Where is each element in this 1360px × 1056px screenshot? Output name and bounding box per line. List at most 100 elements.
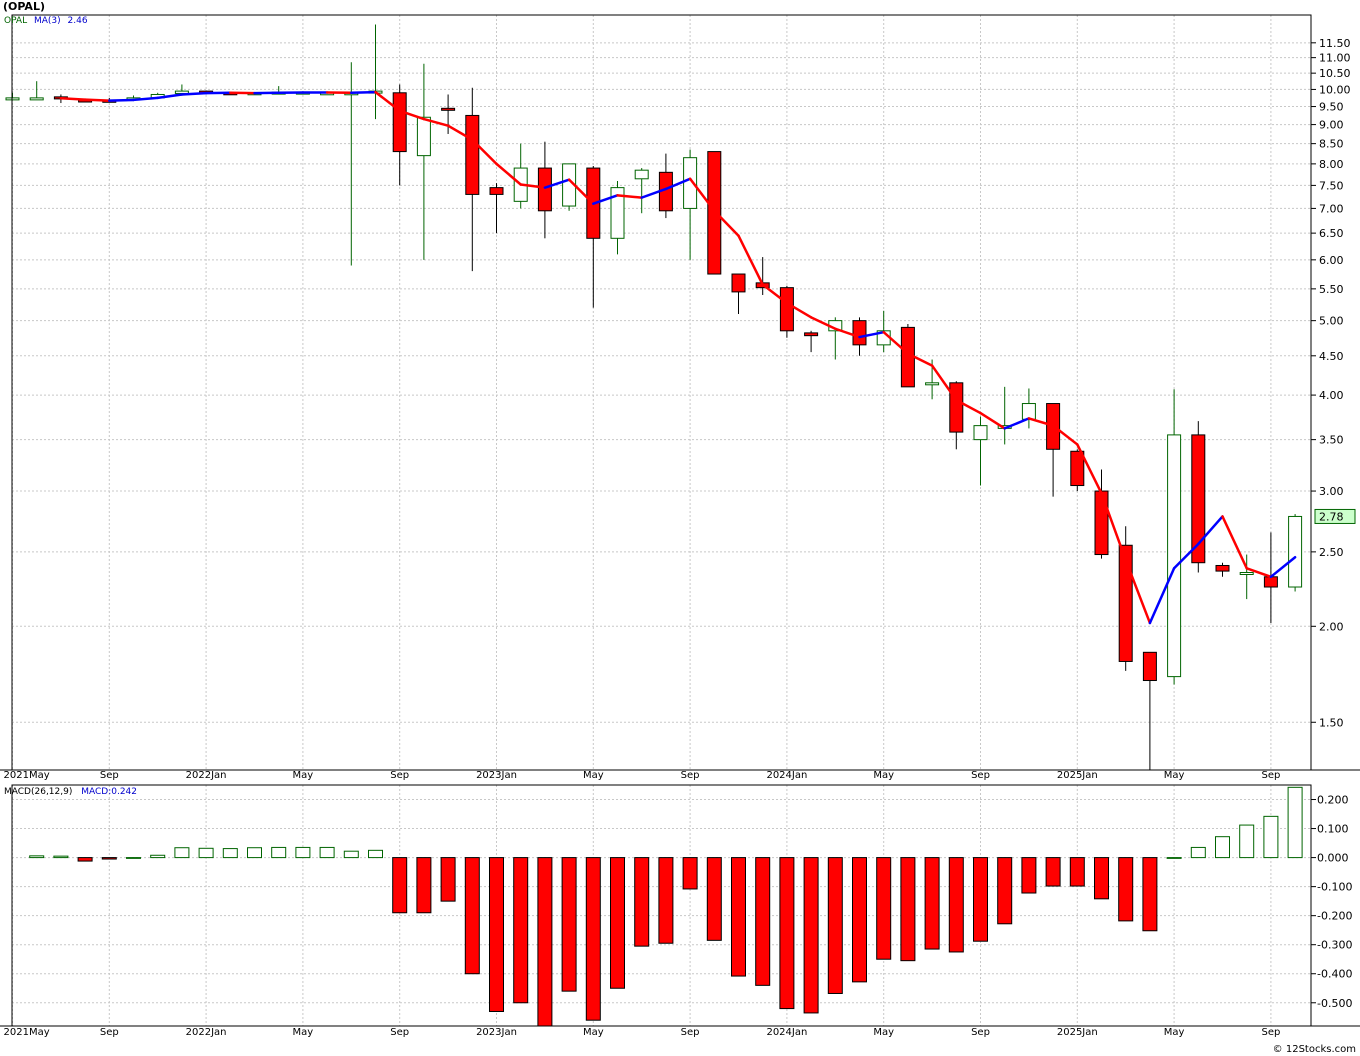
credit-text: © 12Stocks.com	[1272, 1044, 1356, 1055]
candle-down	[1215, 562, 1230, 577]
candle-down	[392, 84, 407, 186]
price-grid	[12, 15, 1311, 770]
macd-bar	[537, 857, 553, 1027]
macd-bar	[392, 857, 408, 914]
macd-bar	[513, 857, 529, 1004]
ma-line	[59, 90, 1297, 625]
x-tick-label: 2023Jan	[476, 770, 517, 781]
candle-body	[1142, 651, 1157, 682]
macd-bar	[1263, 815, 1279, 859]
price-tick-label: 4.00	[1319, 389, 1344, 402]
macd-bar	[29, 855, 45, 859]
ma-segment	[108, 98, 135, 102]
candle-body	[1021, 403, 1036, 420]
x-tick-label: Sep	[1261, 1027, 1280, 1038]
legend-macd-value: MACD:0.242	[81, 787, 138, 797]
macd-bar	[101, 857, 117, 860]
macd-tick-label: 0.100	[1317, 823, 1349, 836]
chart-title: (OPAL)	[3, 0, 45, 13]
x-tick-label: Sep	[971, 770, 990, 781]
ma-segment	[350, 90, 377, 95]
candle-up	[610, 180, 625, 255]
candle-down	[949, 381, 964, 450]
candle-body	[1215, 564, 1230, 572]
macd-bar	[343, 850, 359, 859]
macd-bar	[585, 857, 601, 1021]
macd-bar	[1069, 857, 1085, 887]
candle-body	[852, 320, 867, 346]
macd-bar	[416, 857, 432, 914]
macd-bar	[1142, 857, 1158, 932]
macd-bar	[706, 857, 722, 941]
candle-body	[1239, 572, 1254, 576]
macd-bar	[1166, 857, 1182, 859]
x-tick-label: May	[1164, 770, 1185, 781]
price-tick-label: 8.50	[1319, 138, 1344, 151]
macd-bar	[658, 857, 674, 944]
price-tick-label: 5.50	[1319, 283, 1344, 296]
price-tick-label: 2.50	[1319, 546, 1344, 559]
macd-bar	[731, 857, 746, 977]
candle-body	[441, 107, 456, 111]
x-tick-label: 2022Jan	[186, 770, 227, 781]
x-tick-label: May	[293, 770, 314, 781]
x-tick-label: Sep	[390, 1027, 409, 1038]
macd-bar	[150, 854, 166, 859]
candle-body	[973, 425, 988, 441]
x-tick-label: 2024Jan	[766, 770, 807, 781]
macd-bar	[174, 847, 190, 859]
x-tick-label: 2023Jan	[476, 1027, 517, 1038]
macd-bar	[1190, 846, 1206, 859]
candle-down	[707, 151, 722, 275]
candle-body	[1263, 576, 1278, 588]
macd-bar	[440, 857, 456, 902]
candle-up	[513, 143, 528, 209]
macd-bar	[1215, 836, 1230, 859]
candle-body	[779, 287, 794, 332]
macd-bar	[827, 857, 843, 994]
x-tick-label: May	[873, 1027, 894, 1038]
x-tick-label: Sep	[1261, 770, 1280, 781]
x-tick-label: May	[583, 770, 604, 781]
price-candles	[5, 24, 1303, 770]
price-tick-label: 9.50	[1319, 101, 1344, 114]
candle-down	[731, 273, 746, 315]
macd-bar	[464, 857, 480, 975]
macd-bar	[779, 857, 795, 1010]
macd-tick-label: -0.400	[1317, 968, 1352, 981]
price-tick-label: 10.50	[1319, 67, 1351, 80]
price-tick-label: 6.00	[1319, 254, 1344, 267]
macd-bar	[247, 847, 262, 859]
candle-up	[1021, 388, 1036, 429]
price-tick-label: 2.00	[1319, 620, 1344, 633]
candle-down	[779, 285, 794, 338]
candle-up	[634, 168, 649, 214]
x-tick-label: Sep	[681, 770, 700, 781]
candle-down	[1046, 403, 1061, 497]
price-tick-label: 7.50	[1319, 179, 1344, 192]
macd-bar	[803, 857, 819, 1014]
price-tick-label: 11.00	[1319, 52, 1351, 65]
candle-body	[731, 273, 746, 293]
macd-bar	[368, 849, 383, 859]
ma-segment	[83, 98, 111, 102]
candle-body	[1094, 490, 1109, 556]
macd-bar	[271, 846, 287, 859]
macd-bar	[77, 857, 93, 862]
candle-body	[489, 187, 504, 195]
candle-up	[683, 149, 698, 260]
price-tick-label: 7.00	[1319, 202, 1344, 215]
candle-body	[537, 167, 552, 212]
x-tick-label: 2022Jan	[186, 1027, 227, 1038]
x-tick-label: Sep	[681, 1027, 700, 1038]
legend-symbol: OPAL	[4, 16, 28, 26]
macd-bar	[1287, 786, 1303, 859]
macd-bar	[1239, 824, 1255, 859]
price-tick-label: 3.50	[1319, 434, 1344, 447]
x-tick-label: Sep	[390, 770, 409, 781]
price-tick-label: 3.00	[1319, 485, 1344, 498]
macd-bar	[948, 857, 964, 953]
candle-body	[707, 151, 722, 275]
x-tick-label: Sep	[100, 770, 119, 781]
price-tick-label: 9.00	[1319, 119, 1344, 132]
